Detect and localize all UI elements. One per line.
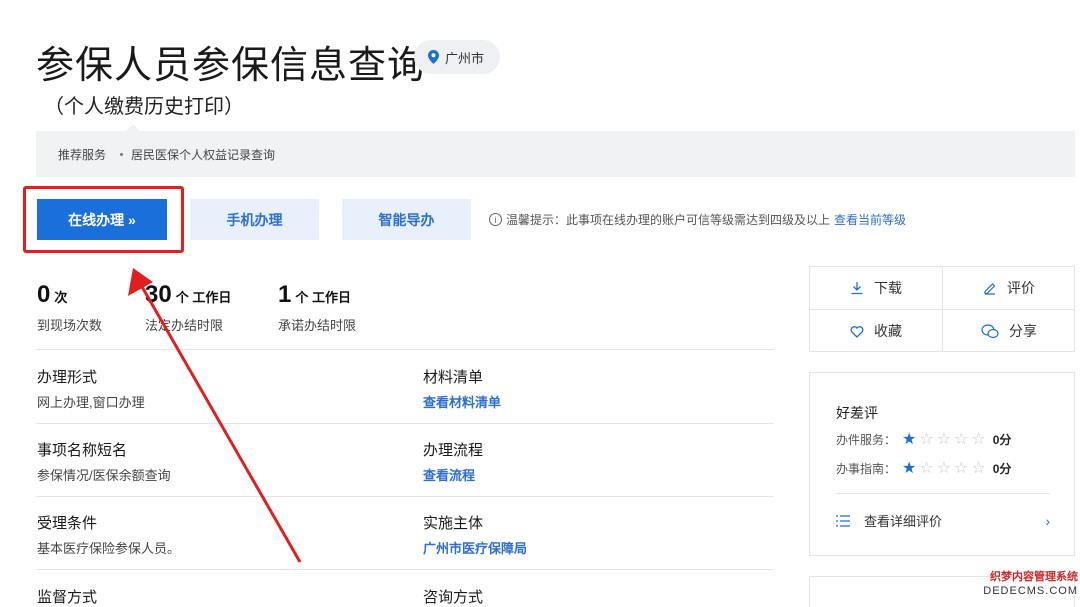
rating-label: 办件服务： — [836, 433, 897, 447]
divider — [36, 349, 774, 350]
download-label: 下载 — [874, 280, 902, 296]
service-stars[interactable]: ★ ☆ ☆ ☆ ☆ — [902, 431, 989, 448]
star-icon[interactable]: ☆ — [937, 431, 951, 448]
field-value: 网上办理,窗口办理 — [37, 395, 145, 410]
mobile-handle-button[interactable]: 手机办理 — [190, 199, 319, 240]
star-icon[interactable]: ☆ — [937, 460, 951, 477]
divider — [36, 569, 774, 570]
favorite-label: 收藏 — [874, 323, 902, 339]
materials-link[interactable]: 查看材料清单 — [423, 392, 501, 411]
recommend-pointer — [126, 124, 140, 131]
review-button[interactable]: 评价 — [943, 267, 1075, 309]
rating-service-row: 办件服务： ★ ☆ ☆ ☆ ☆ 0分 — [836, 431, 1011, 448]
list-icon — [836, 514, 850, 527]
stat-unit: 个 工作日 — [175, 290, 232, 305]
stat-number: 0 — [37, 281, 51, 308]
field-consult: 咨询方式 — [423, 586, 483, 607]
stat-desc: 法定办结时限 — [145, 318, 224, 333]
download-icon — [851, 282, 863, 295]
field-value: 基本医疗保险参保人员。 — [37, 541, 181, 556]
stat-desc: 承诺办结时限 — [278, 318, 357, 333]
field-title: 监督方式 — [37, 589, 98, 606]
rating-score: 0分 — [992, 462, 1012, 476]
divider — [36, 423, 774, 424]
watermark: 织梦内容管理系统 DEDECMS.COM — [966, 570, 1078, 598]
wechat-icon — [981, 323, 999, 338]
chevron-right-icon: › — [1045, 512, 1050, 529]
share-label: 分享 — [1009, 323, 1037, 339]
star-icon[interactable]: ☆ — [954, 431, 968, 448]
rating-title: 好差评 — [836, 405, 878, 421]
recommend-bar: 推荐服务 居民医保个人权益记录查询 — [36, 124, 1075, 177]
location-selector[interactable]: 广州市 — [414, 40, 500, 74]
stat-number: 1 — [278, 281, 292, 308]
field-title: 材料清单 — [423, 369, 484, 386]
field-supervision: 监督方式 — [37, 586, 97, 607]
field-title: 事项名称短名 — [37, 442, 128, 459]
review-label: 评价 — [1007, 280, 1035, 296]
subject-link[interactable]: 广州市医疗保障局 — [423, 538, 527, 557]
edit-icon — [984, 283, 996, 295]
star-icon[interactable]: ☆ — [919, 460, 933, 477]
field-handle-form: 办理形式 网上办理,窗口办理 — [37, 366, 145, 411]
field-title: 受理条件 — [37, 515, 98, 532]
field-title: 实施主体 — [423, 515, 484, 532]
field-subject: 实施主体 广州市医疗保障局 — [423, 512, 527, 557]
field-conditions: 受理条件 基本医疗保险参保人员。 — [37, 512, 180, 557]
download-button[interactable]: 下载 — [810, 267, 942, 309]
process-link[interactable]: 查看流程 — [423, 465, 483, 484]
watermark-cn: 织梦内容管理系统 — [990, 571, 1078, 583]
rating-score: 0分 — [992, 433, 1012, 447]
field-process: 办理流程 查看流程 — [423, 439, 483, 484]
share-button[interactable]: 分享 — [943, 310, 1075, 352]
star-icon[interactable]: ☆ — [954, 460, 968, 477]
field-value: 参保情况/医保余额查询 — [37, 468, 171, 483]
view-detail-review-link[interactable]: 查看详细评价 › — [836, 511, 1050, 530]
page-subtitle: （个人缴费历史打印） — [44, 96, 244, 118]
field-title: 办理形式 — [37, 369, 98, 386]
stat-visits: 0次 到现场次数 — [37, 281, 102, 334]
stat-promised-limit: 1个 工作日 承诺办结时限 — [278, 281, 356, 334]
field-short-name: 事项名称短名 参保情况/医保余额查询 — [37, 439, 171, 484]
side-actions-panel: 下载 评价 收藏 分享 — [809, 266, 1075, 352]
star-icon[interactable]: ☆ — [971, 431, 985, 448]
star-icon[interactable]: ★ — [902, 431, 916, 448]
stat-unit: 个 工作日 — [295, 290, 351, 305]
check-level-link[interactable]: 查看当前等级 — [834, 211, 906, 228]
star-icon[interactable]: ★ — [902, 460, 916, 477]
info-icon: i — [489, 213, 502, 226]
online-handle-button[interactable]: 在线办理 » — [37, 199, 167, 240]
location-pin-icon — [428, 50, 439, 64]
divider — [836, 493, 1050, 494]
field-materials: 材料清单 查看材料清单 — [423, 366, 501, 411]
tip-notice: i 温馨提示：此事项在线办理的账户可信等级需达到四级及以上 查看当前等级 — [489, 211, 906, 228]
recommend-label: 推荐服务 — [58, 147, 107, 162]
stat-number: 30 — [145, 281, 172, 308]
stat-desc: 到现场次数 — [37, 318, 103, 333]
field-title: 咨询方式 — [423, 589, 484, 606]
guide-stars[interactable]: ★ ☆ ☆ ☆ ☆ — [902, 460, 989, 477]
tip-text: 温馨提示：此事项在线办理的账户可信等级需达到四级及以上 — [506, 213, 831, 227]
heart-icon — [850, 325, 864, 338]
stat-legal-limit: 30 个 工作日 法定办结时限 — [145, 281, 231, 334]
star-icon[interactable]: ☆ — [919, 431, 933, 448]
bullet-dot — [120, 152, 124, 156]
location-label: 广州市 — [445, 50, 485, 66]
rating-card: 好差评 办件服务： ★ ☆ ☆ ☆ ☆ 0分 办事指南： ★ ☆ ☆ ☆ ☆ 0… — [809, 372, 1075, 556]
smart-guide-button[interactable]: 智能导办 — [342, 199, 471, 240]
field-title: 办理流程 — [423, 442, 484, 459]
favorite-button[interactable]: 收藏 — [810, 310, 942, 352]
divider — [36, 496, 774, 497]
detail-label: 查看详细评价 — [864, 514, 943, 529]
star-icon[interactable]: ☆ — [971, 460, 985, 477]
watermark-en: DEDECMS.COM — [983, 585, 1078, 597]
page-title: 参保人员参保信息查询 — [36, 45, 427, 87]
rating-guide-row: 办事指南： ★ ☆ ☆ ☆ ☆ 0分 — [836, 460, 1011, 477]
stat-unit: 次 — [54, 290, 68, 305]
recommend-item-link[interactable]: 居民医保个人权益记录查询 — [131, 146, 275, 163]
rating-label: 办事指南： — [836, 462, 897, 476]
